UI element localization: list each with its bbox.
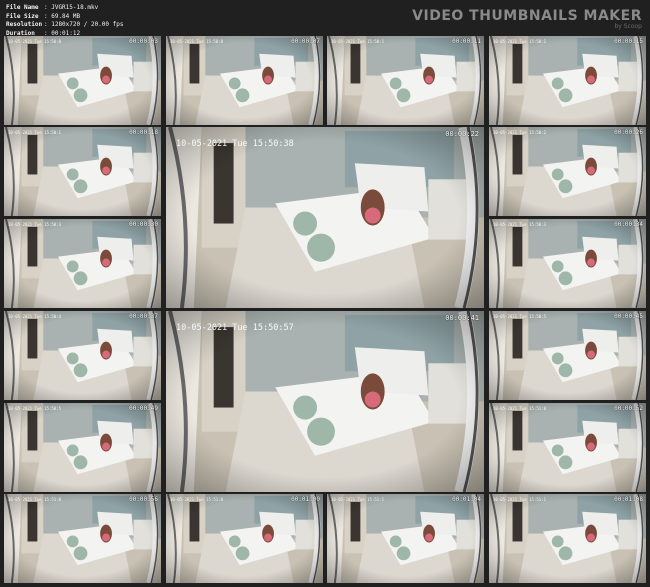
thumbnail-time-label: 00:00:52: [614, 405, 643, 412]
video-thumbnail[interactable]: 10-05-2021 Tue 15:51:0 00:00:56: [4, 494, 161, 583]
camera-timestamp: 10-05-2021 Tue 15:50:3: [493, 222, 546, 227]
thumbnail-frame-image: [166, 36, 323, 125]
thumbnail-frame-image: [4, 36, 161, 125]
camera-timestamp: 10-05-2021 Tue 15:50:3: [8, 222, 61, 227]
thumbnail-frame-image: [489, 127, 646, 216]
thumbnail-frame-image: [166, 494, 323, 583]
camera-timestamp: 10-05-2021 Tue 15:50:5: [8, 406, 61, 411]
thumbnail-frame-image: [4, 403, 161, 492]
camera-timestamp: 10-05-2021 Tue 15:50:4: [8, 314, 61, 319]
thumbnail-frame-image: [4, 219, 161, 308]
video-thumbnail[interactable]: 10-05-2021 Tue 15:50:2 00:00:26: [489, 127, 646, 216]
camera-timestamp: 10-05-2021 Tue 15:50:0: [8, 39, 61, 44]
video-thumbnail[interactable]: 10-05-2021 Tue 15:51:1 00:01:04: [327, 494, 484, 583]
thumbnail-frame-image: [4, 127, 161, 216]
thumbnail-frame-image: [489, 494, 646, 583]
video-thumbnail[interactable]: 10-05-2021 Tue 15:50:1 00:00:15: [489, 36, 646, 125]
thumbnail-grid: 10-05-2021 Tue 15:50:0 00:00:03 10-05-202…: [0, 0, 650, 587]
camera-timestamp: 10-05-2021 Tue 15:50:2: [493, 130, 546, 135]
thumbnail-frame-image: [166, 127, 484, 308]
camera-timestamp: 10-05-2021 Tue 15:50:38: [176, 139, 294, 149]
video-thumbnail[interactable]: 10-05-2021 Tue 15:50:0 00:00:03: [4, 36, 161, 125]
video-thumbnail[interactable]: 10-05-2021 Tue 15:50:38 00:00:22: [166, 127, 484, 308]
thumbnail-time-label: 00:00:07: [291, 38, 320, 45]
thumbnail-time-label: 00:01:00: [291, 496, 320, 503]
video-thumbnail[interactable]: 10-05-2021 Tue 15:51:1 00:01:08: [489, 494, 646, 583]
thumbnail-time-label: 00:00:03: [129, 38, 158, 45]
thumbnail-time-label: 00:01:08: [614, 496, 643, 503]
thumbnail-time-label: 00:00:56: [129, 496, 158, 503]
camera-timestamp: 10-05-2021 Tue 15:51:0: [8, 497, 61, 502]
video-thumbnail[interactable]: 10-05-2021 Tue 15:51:0 00:00:52: [489, 403, 646, 492]
video-thumbnail[interactable]: 10-05-2021 Tue 15:50:5 00:00:45: [489, 311, 646, 400]
video-thumbnail[interactable]: 10-05-2021 Tue 15:51:0 00:01:00: [166, 494, 323, 583]
thumbnail-frame-image: [4, 311, 161, 400]
thumbnail-frame-image: [327, 494, 484, 583]
video-thumbnail[interactable]: 10-05-2021 Tue 15:50:5 00:00:49: [4, 403, 161, 492]
thumbnail-time-label: 00:00:41: [445, 314, 479, 322]
camera-timestamp: 10-05-2021 Tue 15:50:1: [331, 39, 384, 44]
camera-timestamp: 10-05-2021 Tue 15:50:1: [8, 130, 61, 135]
thumbnail-time-label: 00:00:18: [129, 129, 158, 136]
thumbnail-time-label: 00:00:37: [129, 313, 158, 320]
video-thumbnail[interactable]: 10-05-2021 Tue 15:50:4 00:00:37: [4, 311, 161, 400]
thumbnail-time-label: 00:00:49: [129, 405, 158, 412]
thumbnail-frame-image: [489, 36, 646, 125]
camera-timestamp: 10-05-2021 Tue 15:50:1: [493, 39, 546, 44]
camera-timestamp: 10-05-2021 Tue 15:50:5: [493, 314, 546, 319]
video-thumbnail[interactable]: 10-05-2021 Tue 15:50:0 00:00:07: [166, 36, 323, 125]
thumbnail-frame-image: [327, 36, 484, 125]
thumbnail-time-label: 00:00:45: [614, 313, 643, 320]
video-thumbnail[interactable]: 10-05-2021 Tue 15:50:1 00:00:18: [4, 127, 161, 216]
video-thumbnail[interactable]: 10-05-2021 Tue 15:50:1 00:00:11: [327, 36, 484, 125]
camera-timestamp: 10-05-2021 Tue 15:50:57: [176, 323, 294, 333]
thumbnail-frame-image: [4, 494, 161, 583]
camera-timestamp: 10-05-2021 Tue 15:51:1: [331, 497, 384, 502]
thumbnail-frame-image: [166, 311, 484, 492]
video-thumbnail[interactable]: 10-05-2021 Tue 15:50:57 00:00:41: [166, 311, 484, 492]
thumbnail-frame-image: [489, 403, 646, 492]
thumbnail-time-label: 00:00:34: [614, 221, 643, 228]
camera-timestamp: 10-05-2021 Tue 15:51:0: [170, 497, 223, 502]
thumbnail-time-label: 00:00:22: [445, 130, 479, 138]
thumbnail-frame-image: [489, 311, 646, 400]
video-thumbnail[interactable]: 10-05-2021 Tue 15:50:3 00:00:30: [4, 219, 161, 308]
camera-timestamp: 10-05-2021 Tue 15:50:0: [170, 39, 223, 44]
thumbnail-frame-image: [489, 219, 646, 308]
thumbnail-time-label: 00:01:04: [452, 496, 481, 503]
thumbnail-time-label: 00:00:26: [614, 129, 643, 136]
camera-timestamp: 10-05-2021 Tue 15:51:0: [493, 406, 546, 411]
thumbnail-time-label: 00:00:15: [614, 38, 643, 45]
thumbnail-time-label: 00:00:30: [129, 221, 158, 228]
camera-timestamp: 10-05-2021 Tue 15:51:1: [493, 497, 546, 502]
thumbnail-time-label: 00:00:11: [452, 38, 481, 45]
video-thumbnail[interactable]: 10-05-2021 Tue 15:50:3 00:00:34: [489, 219, 646, 308]
